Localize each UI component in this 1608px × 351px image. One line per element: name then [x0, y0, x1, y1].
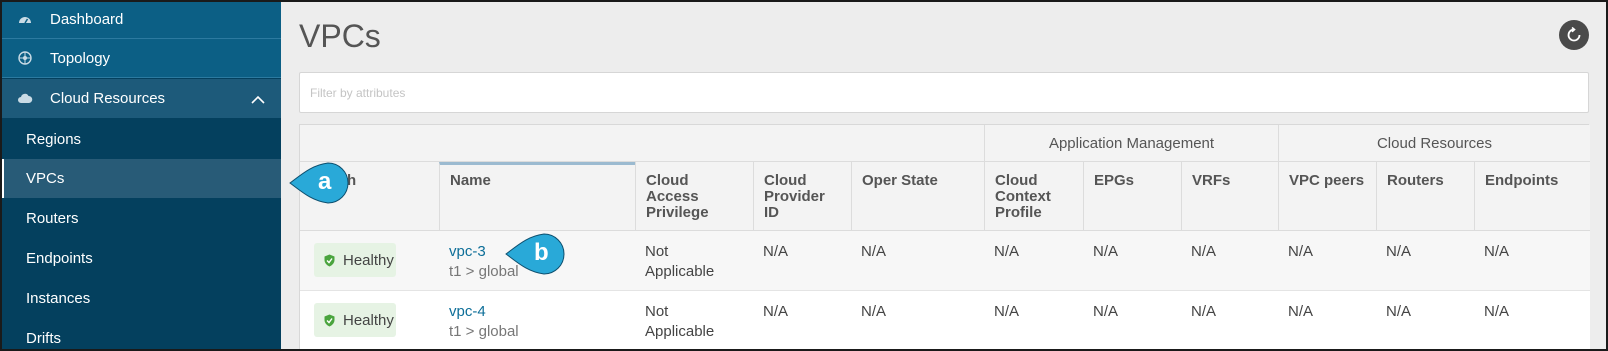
column-cloud-access-privilege[interactable]: Cloud Access Privilege	[635, 162, 753, 231]
cell-endpoints: N/A	[1484, 303, 1510, 320]
table-row[interactable]: Healthy vpc-4 t1 > global Not Applicable …	[300, 291, 1590, 351]
filter-input[interactable]	[299, 72, 1589, 113]
cell-cloud-context-profile: N/A	[994, 243, 1020, 260]
cell-epgs: N/A	[1093, 243, 1119, 260]
column-routers[interactable]: Routers	[1376, 162, 1474, 231]
sidebar-item-drifts[interactable]: Drifts	[0, 319, 281, 351]
cell-cloud-access-privilege: Not Applicable	[645, 303, 715, 340]
sidebar-item-routers[interactable]: Routers	[0, 199, 281, 238]
cell-cloud-context-profile: N/A	[994, 303, 1020, 320]
cell-endpoints: N/A	[1484, 243, 1510, 260]
column-endpoints[interactable]: Endpoints	[1474, 162, 1590, 231]
dashboard-icon	[0, 13, 50, 25]
sidebar-item-instances[interactable]: Instances	[0, 279, 281, 318]
sidebar-item-cloud-resources[interactable]: Cloud Resources	[0, 79, 281, 118]
cell-vpc-peers: N/A	[1288, 303, 1314, 320]
table-row[interactable]: Healthy vpc-3 t1 > global Not Applicable …	[300, 231, 1590, 291]
group-cloud-resources: Cloud Resources	[1278, 125, 1590, 162]
vpc-path: t1 > global	[449, 323, 519, 340]
cell-routers: N/A	[1386, 303, 1412, 320]
active-indicator	[0, 159, 4, 198]
chevron-up-icon[interactable]	[251, 91, 265, 108]
column-cloud-context-profile[interactable]: Cloud Context Profile	[984, 162, 1083, 231]
cell-vrfs: N/A	[1191, 243, 1217, 260]
table-group-header: Application Management Cloud Resources	[300, 125, 1590, 162]
sidebar-item-label: Instances	[26, 290, 91, 307]
vpc-name-link[interactable]: vpc-4	[449, 302, 625, 322]
cell-cloud-access-privilege: Not Applicable	[645, 243, 715, 280]
shield-check-icon	[324, 314, 335, 327]
sidebar-item-vpcs[interactable]: VPCs	[0, 159, 281, 198]
cell-epgs: N/A	[1093, 303, 1119, 320]
column-oper-state[interactable]: Oper State	[851, 162, 984, 231]
cloud-icon	[0, 93, 50, 104]
group-application-management: Application Management	[984, 125, 1278, 162]
table-header: th Name Cloud Access Privilege Cloud Provi…	[300, 162, 1590, 231]
main-content: VPCs Application Management Cloud Resour…	[281, 0, 1608, 351]
shield-check-icon	[324, 254, 335, 267]
sidebar: Dashboard Topology Cloud Resources Regio…	[0, 0, 281, 351]
page-title: VPCs	[299, 18, 381, 54]
refresh-button[interactable]	[1559, 20, 1589, 50]
sidebar-item-label: Cloud Resources	[50, 90, 166, 107]
refresh-icon	[1567, 27, 1581, 42]
cell-oper-state: N/A	[861, 303, 887, 320]
sidebar-item-label: Regions	[26, 131, 82, 148]
status-badge: Healthy	[314, 243, 396, 277]
column-name[interactable]: Name	[439, 162, 635, 231]
column-cloud-provider-id[interactable]: Cloud Provider ID	[753, 162, 851, 231]
column-vpc-peers[interactable]: VPC peers	[1278, 162, 1376, 231]
callout-a: a	[288, 160, 354, 206]
sidebar-item-label: Topology	[50, 49, 111, 67]
sidebar-item-label: Endpoints	[26, 250, 93, 267]
cell-cloud-provider-id: N/A	[763, 303, 789, 320]
status-badge: Healthy	[314, 303, 396, 337]
column-epgs[interactable]: EPGs	[1083, 162, 1181, 231]
cell-oper-state: N/A	[861, 243, 887, 260]
cell-routers: N/A	[1386, 243, 1412, 260]
sidebar-item-label: Routers	[26, 210, 79, 227]
sidebar-item-label: Dashboard	[50, 10, 124, 28]
sidebar-item-regions[interactable]: Regions	[0, 120, 281, 159]
topology-icon	[0, 51, 50, 65]
vpc-table: Application Management Cloud Resources t…	[299, 124, 1590, 351]
column-vrfs[interactable]: VRFs	[1181, 162, 1278, 231]
sidebar-item-label: VPCs	[26, 170, 65, 187]
cell-vrfs: N/A	[1191, 303, 1217, 320]
sidebar-item-topology[interactable]: Topology	[0, 39, 281, 78]
sidebar-item-label: Drifts	[26, 330, 61, 347]
sidebar-item-endpoints[interactable]: Endpoints	[0, 239, 281, 278]
cell-cloud-provider-id: N/A	[763, 243, 789, 260]
callout-b: b	[504, 231, 570, 277]
sidebar-item-dashboard[interactable]: Dashboard	[0, 0, 281, 39]
cell-vpc-peers: N/A	[1288, 243, 1314, 260]
